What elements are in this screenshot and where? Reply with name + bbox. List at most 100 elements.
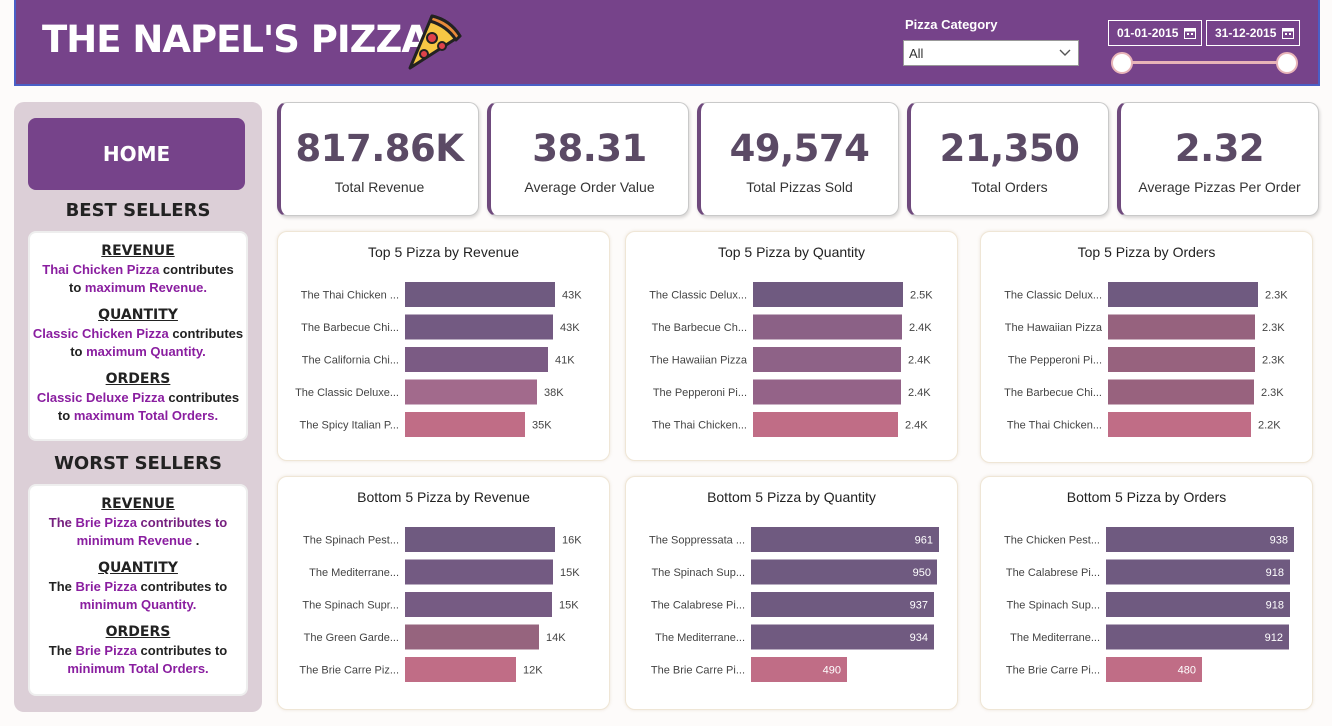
bar[interactable]	[405, 412, 525, 437]
kpi-total-orders: 21,350 Total Orders	[907, 102, 1109, 216]
home-button[interactable]: HOME	[28, 118, 245, 190]
data-label: 35K	[532, 420, 552, 432]
category-label: The Classic Deluxe...	[295, 387, 399, 399]
bar[interactable]	[753, 347, 901, 372]
bar[interactable]	[405, 527, 555, 552]
data-label: 912	[1265, 632, 1283, 644]
kpi-label: Total Orders	[971, 179, 1048, 195]
worst-revenue-text: contributes to	[136, 515, 228, 530]
end-date-value: 31-12-2015	[1215, 26, 1277, 40]
data-label: 918	[1266, 567, 1284, 579]
kpi-total-revenue: 817.86K Total Revenue	[277, 102, 479, 216]
date-range-slider-track[interactable]	[1122, 61, 1288, 64]
bar[interactable]	[405, 282, 555, 307]
data-label: 2.3K	[1265, 290, 1288, 302]
bar[interactable]	[405, 592, 552, 617]
bar[interactable]	[1108, 347, 1255, 372]
data-label: 12K	[523, 665, 543, 677]
bar[interactable]	[751, 527, 939, 552]
worst-revenue-metric: minimum Revenue	[76, 533, 193, 548]
bar[interactable]	[405, 559, 553, 585]
data-label: 15K	[559, 600, 579, 612]
bar[interactable]	[1108, 282, 1258, 307]
category-label: The Mediterrane...	[655, 632, 745, 644]
category-label: The Barbecue Chi...	[301, 322, 399, 334]
bar[interactable]	[753, 379, 901, 405]
worst-quantity-text: contributes to	[136, 579, 228, 594]
best-quantity-pizza: Classic Chicken Pizza	[32, 326, 169, 341]
best-orders-text: contributes	[164, 390, 240, 405]
kpi-value: 21,350	[939, 127, 1080, 170]
worst-quantity-pizza: Brie Pizza	[75, 579, 137, 594]
category-label: The Spinach Pest...	[303, 535, 399, 547]
data-label: 43K	[560, 322, 580, 334]
bar[interactable]	[405, 657, 516, 682]
category-label: The Spinach Sup...	[1006, 600, 1100, 612]
bar-chart-svg: The Spinach Pest... 16K The Mediterrane...…	[299, 527, 582, 682]
bar[interactable]	[1108, 412, 1251, 437]
calendar-icon[interactable]	[1282, 27, 1294, 39]
bar[interactable]	[405, 347, 548, 372]
worst-sellers-heading: WORST SELLERS	[54, 453, 222, 474]
best-quantity-metric: maximum Quantity.	[86, 344, 206, 359]
calendar-icon[interactable]	[1184, 27, 1196, 39]
header-bar: THE NAPEL'S PIZZA Pizza Category All 01-…	[14, 0, 1320, 86]
bar[interactable]	[405, 379, 537, 405]
category-label: The California Chi...	[302, 355, 399, 367]
bar[interactable]	[1106, 527, 1294, 552]
date-range-start-handle[interactable]	[1111, 52, 1133, 74]
data-label: 2.4K	[909, 322, 932, 334]
app-title: THE NAPEL'S PIZZA	[42, 18, 430, 61]
bar[interactable]	[1106, 624, 1289, 650]
kpi-label: Average Order Value	[524, 179, 655, 195]
bar[interactable]	[753, 314, 902, 340]
bar[interactable]	[751, 624, 934, 650]
bar[interactable]	[1106, 559, 1290, 585]
best-orders-metric: maximum Total Orders.	[73, 408, 219, 423]
data-label: 2.5K	[910, 290, 933, 302]
start-date-input[interactable]: 01-01-2015	[1108, 20, 1202, 46]
category-label: The Thai Chicken...	[652, 420, 747, 432]
category-label: The Barbecue Chi...	[1004, 387, 1102, 399]
bar[interactable]	[753, 412, 898, 437]
category-label: The Soppressata ...	[649, 535, 745, 547]
data-label: 938	[1270, 535, 1288, 547]
worst-orders-pre: The	[48, 643, 76, 658]
bar[interactable]	[1106, 592, 1290, 617]
pizza-category-dropdown[interactable]: All	[903, 40, 1079, 66]
bar[interactable]	[1108, 314, 1255, 340]
kpi-label: Average Pizzas Per Order	[1138, 179, 1301, 195]
bar[interactable]	[751, 559, 937, 585]
best-revenue-text: contributes	[159, 262, 234, 277]
data-label: 2.4K	[908, 355, 931, 367]
data-label: 480	[1178, 665, 1196, 677]
date-range-end-handle[interactable]	[1276, 52, 1298, 74]
best-orders-text2: to	[57, 408, 74, 423]
bar[interactable]	[751, 592, 934, 617]
data-label: 38K	[544, 387, 564, 399]
end-date-input[interactable]: 31-12-2015	[1206, 20, 1300, 46]
bar[interactable]	[753, 282, 903, 307]
bar[interactable]	[405, 314, 553, 340]
chart-bottom5-quantity: Bottom 5 Pizza by Quantity The Soppressa…	[625, 476, 958, 710]
pizza-category-value: All	[909, 45, 924, 61]
chart-top5-revenue: Top 5 Pizza by Revenue The Thai Chicken …	[277, 231, 610, 461]
worst-orders-title: ORDERS	[105, 624, 171, 640]
bar[interactable]	[405, 624, 539, 650]
category-label: The Hawaiian Pizza	[1005, 322, 1103, 334]
bar[interactable]	[1108, 379, 1254, 405]
data-label: 2.3K	[1262, 322, 1285, 334]
worst-quantity-block: QUANTITY The Brie Pizza contributes to m…	[30, 560, 246, 614]
category-label: The Hawaiian Pizza	[650, 355, 748, 367]
worst-revenue-block: REVENUE The Brie Pizza contributes to mi…	[30, 496, 246, 550]
worst-quantity-title: QUANTITY	[98, 560, 178, 576]
data-label: 950	[913, 567, 931, 579]
category-label: The Brie Carre Pi...	[1006, 665, 1100, 677]
data-label: 41K	[555, 355, 575, 367]
best-sellers-card: REVENUE Thai Chicken Pizza contributes t…	[28, 231, 248, 441]
category-label: The Brie Carre Pi...	[651, 665, 745, 677]
category-label: The Thai Chicken...	[1007, 420, 1102, 432]
category-label: The Green Garde...	[304, 632, 399, 644]
worst-revenue-post: .	[192, 533, 200, 548]
category-label: The Calabrese Pi...	[1006, 567, 1100, 579]
